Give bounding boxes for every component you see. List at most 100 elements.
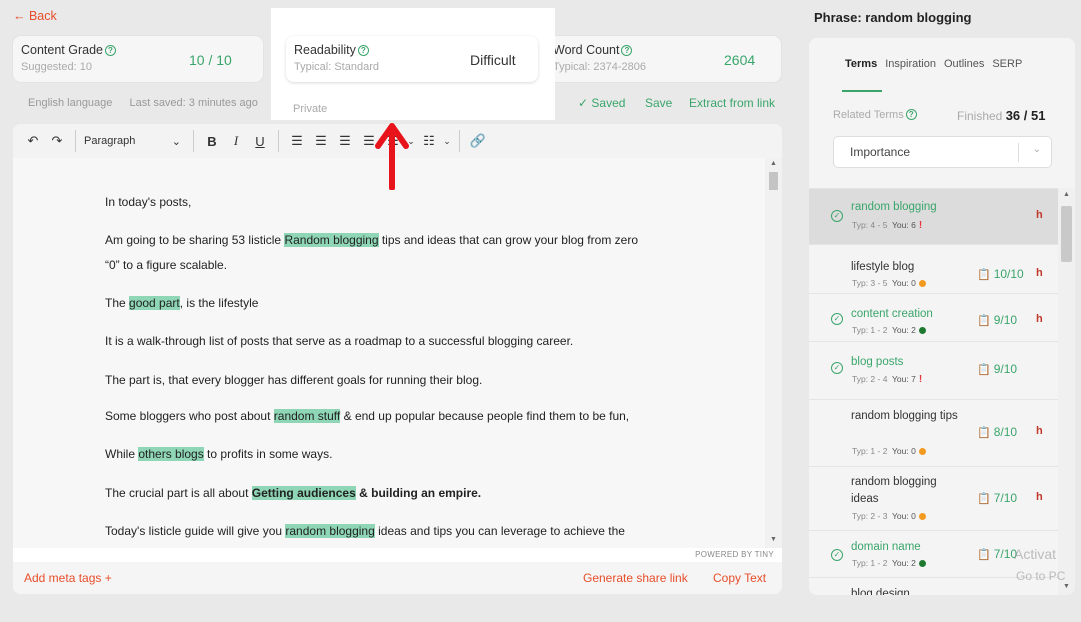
content-grade-suggested: Suggested: 10 [21,61,92,73]
underline-icon[interactable]: U [248,134,272,149]
saved-status: ✓ Saved [578,96,626,110]
keyword-highlight: others blogs [138,447,204,461]
paragraph: Today's listicle guide will give you ran… [105,524,625,538]
word-count-value: 2604 [724,52,756,68]
term-item[interactable]: ✓ blog posts Typ: 2 - 4 You: 7! 📋 9/10 [809,341,1058,399]
link-icon[interactable]: 🔗 [466,133,490,149]
add-meta-tags-button[interactable]: Add meta tags + [24,571,112,585]
content-grade-value: 10 / 10 [189,52,232,68]
redo-icon[interactable]: ↷ [45,133,69,149]
word-count-typical: Typical: 2374-2806 [553,61,646,73]
block-format-select[interactable]: Paragraph ⌄ [82,135,187,148]
tab-terms[interactable]: Terms [845,58,877,70]
paragraph: While others blogs to profits in some wa… [105,447,333,461]
align-left-icon[interactable]: ☰ [285,133,309,149]
scroll-thumb[interactable] [769,172,778,190]
terms-list: ✓ random blogging Typ: 4 - 5 You: 6! h l… [809,188,1058,595]
panel-tabs: Terms Inspiration Outlines SERP [845,58,1022,70]
tab-inspiration[interactable]: Inspiration [885,58,936,70]
finished-count: Finished 36 / 51 [957,108,1046,123]
save-button[interactable]: Save [645,96,672,110]
scroll-down-icon[interactable]: ▼ [770,536,777,543]
editor-footer: Add meta tags + Generate share link Copy… [13,562,782,594]
related-terms-label: Related Terms? [833,109,917,121]
paragraph: It is a walk-through list of posts that … [105,334,574,348]
clipboard-icon: 📋 [977,364,991,376]
help-icon[interactable]: ? [621,45,633,56]
editor-scrollbar[interactable]: ▲ ▼ [765,158,782,548]
term-item[interactable]: lifestyle blog Typ: 3 - 5 You: 0 📋 10/10 … [809,244,1058,293]
help-icon[interactable]: ? [105,45,116,56]
scroll-thumb[interactable] [1061,206,1072,262]
word-count-label: Word Count? [553,43,633,57]
powered-by-label[interactable]: POWERED BY TINY [695,550,774,559]
check-icon: ✓ [831,210,843,222]
help-icon[interactable]: ? [905,109,917,120]
tab-outlines[interactable]: Outlines [944,58,984,70]
term-item[interactable]: random blogging ideas Typ: 2 - 3 You: 0 … [809,466,1058,530]
language-label: English language [28,97,113,109]
clipboard-icon: 📋 [977,549,991,561]
keyword-highlight: Getting audiences [251,486,356,500]
back-link[interactable]: ← Back [13,9,57,23]
numbered-list-icon[interactable]: ☷ [417,133,441,149]
chevron-down-icon: ⌄ [1032,144,1041,155]
doc-meta-line: English language Last saved: 3 minutes a… [28,97,272,109]
italic-icon[interactable]: I [224,133,248,149]
red-arrow-annotation [375,123,409,190]
readability-label: Readability? [294,43,369,57]
privacy-label[interactable]: Private [293,103,327,115]
term-item[interactable]: ✓ random blogging Typ: 4 - 5 You: 6! h [809,188,1058,244]
activation-watermark: Activat [1014,546,1057,562]
keyword-highlight: random stuff [273,409,341,423]
keyword-highlight: good part [129,296,180,310]
phrase-title: Phrase: random blogging [814,10,972,25]
chevron-down-icon[interactable]: ⌄ [441,136,453,147]
active-tab-indicator [842,90,882,92]
sort-select[interactable]: Importance ⌄ [833,136,1052,168]
paragraph: Some bloggers who post about random stuf… [105,409,630,423]
scroll-up-icon[interactable]: ▲ [770,160,777,167]
readability-card[interactable]: Readability? Typical: Standard Difficult [286,36,538,82]
help-icon[interactable]: ? [357,45,369,56]
scroll-up-icon[interactable]: ▲ [1063,191,1070,198]
align-center-icon[interactable]: ☰ [309,133,333,149]
undo-icon[interactable]: ↶ [21,133,45,149]
paragraph: The crucial part is all about Getting au… [105,486,482,500]
readability-typical: Typical: Standard [294,61,379,73]
term-item[interactable]: random blogging tips Typ: 1 - 2 You: 0 📋… [809,399,1058,466]
clipboard-icon: 📋 [977,315,991,327]
toolbar-divider [193,130,194,152]
last-saved-label: Last saved: 3 minutes ago [129,97,258,109]
editor: ↶ ↷ Paragraph ⌄ B I U ☰ ☰ ☰ ☰ ☷ ⌄ ☷ ⌄ 🔗 I… [13,124,782,594]
paragraph: The part is, that every blogger has diff… [105,373,483,387]
word-count-card: Word Count? Typical: 2374-2806 2604 [545,36,781,82]
document-body[interactable]: In today's posts, Am going to be sharing… [13,158,765,548]
generate-share-link-button[interactable]: Generate share link [583,571,688,585]
clipboard-icon: 📋 [977,427,991,439]
bold-icon[interactable]: B [200,134,224,149]
toolbar-divider [459,130,460,152]
terms-scrollbar[interactable]: ▲ ▼ [1058,188,1075,595]
readability-value: Difficult [470,52,516,68]
activation-watermark-sub: Go to PC [1016,569,1066,583]
keyword-highlight: Random blogging [284,233,379,247]
clipboard-icon: 📋 [977,269,991,281]
check-icon: ✓ [831,549,843,561]
check-icon: ✓ [831,362,843,374]
toolbar-divider [278,130,279,152]
terms-panel: Terms Inspiration Outlines SERP Related … [809,38,1075,595]
content-grade-card: Content Grade? Suggested: 10 10 / 10 [13,36,263,82]
align-right-icon[interactable]: ☰ [333,133,357,149]
term-item[interactable]: ✓ content creation Typ: 1 - 2 You: 2 📋 9/… [809,293,1058,341]
paragraph: Am going to be sharing 53 listicle Rando… [105,233,638,247]
scroll-down-icon[interactable]: ▼ [1063,583,1070,590]
tab-serp[interactable]: SERP [992,58,1022,70]
paragraph: In today's posts, [105,195,192,209]
toolbar-divider [75,130,76,152]
paragraph: “0” to a figure scalable. [105,258,228,272]
extract-from-link-button[interactable]: Extract from link [689,96,775,110]
check-icon: ✓ [831,313,843,325]
copy-text-button[interactable]: Copy Text [713,571,766,585]
chevron-down-icon: ⌄ [171,135,181,148]
